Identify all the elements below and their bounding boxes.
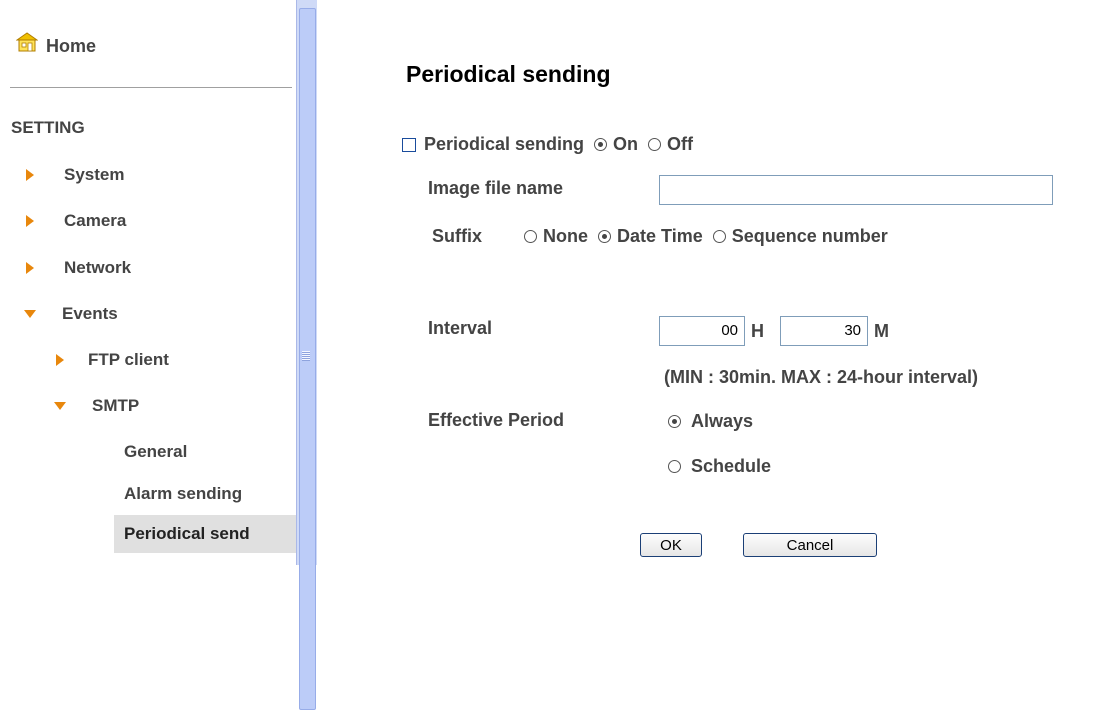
triangle-right-icon [26, 211, 50, 231]
periodical-sending-label: Periodical sending [424, 134, 585, 154]
suffix-sequence-label: Sequence number [731, 226, 888, 246]
off-label: Off [667, 134, 694, 154]
image-file-name-label: Image file name [428, 178, 564, 198]
sidebar-item-events[interactable]: Events [24, 301, 118, 327]
sidebar-item-label: Alarm sending [124, 484, 243, 503]
sidebar-item-system[interactable]: System [26, 162, 124, 188]
triangle-right-icon [56, 350, 80, 370]
effective-period-row: Effective Period [428, 410, 564, 431]
ok-button[interactable]: OK [640, 533, 702, 557]
sidebar-item-label: Network [64, 258, 132, 277]
always-radio[interactable] [668, 415, 681, 428]
sidebar-item-alarm-sending[interactable]: Alarm sending [124, 481, 242, 507]
always-label: Always [691, 411, 754, 431]
sidebar-item-label: Periodical send [124, 524, 250, 543]
suffix-row: Suffix None Date Time Sequence number [432, 226, 888, 247]
triangle-down-icon [24, 304, 48, 324]
sidebar-item-general[interactable]: General [124, 439, 187, 465]
triangle-right-icon [26, 165, 50, 185]
suffix-datetime-radio[interactable] [598, 230, 612, 243]
interval-row: Interval [428, 318, 492, 339]
interval-hours-input[interactable]: 00 [659, 316, 745, 346]
suffix-none-label: None [543, 226, 589, 246]
sidebar-item-label: Camera [64, 211, 127, 230]
suffix-datetime-label: Date Time [617, 226, 703, 246]
suffix-none-radio[interactable] [524, 230, 538, 243]
on-label: On [613, 134, 639, 154]
periodical-on-radio[interactable] [594, 138, 608, 151]
periodical-sending-row: Periodical sending On Off [402, 134, 693, 155]
sidebar-item-network[interactable]: Network [26, 255, 131, 281]
sidebar-item-camera[interactable]: Camera [26, 208, 126, 234]
sidebar-divider [10, 87, 292, 88]
sidebar: Home SETTING System Camera Network Event… [0, 0, 296, 565]
interval-note: (MIN : 30min. MAX : 24-hour interval) [664, 367, 978, 388]
main-content: Periodical sending Periodical sending On… [316, 0, 1118, 565]
suffix-sequence-radio[interactable] [712, 230, 726, 243]
cancel-button[interactable]: Cancel [743, 533, 877, 557]
sidebar-item-label: System [64, 165, 125, 184]
sidebar-item-periodical-sending[interactable]: Periodical send [114, 515, 296, 553]
suffix-label: Suffix [432, 226, 483, 246]
sidebar-item-label: Events [62, 304, 118, 323]
sidebar-item-label: SMTP [92, 396, 140, 415]
interval-minutes-input[interactable]: 30 [780, 316, 868, 346]
schedule-option: Schedule [664, 456, 771, 477]
interval-note-text: (MIN : 30min. MAX : 24-hour interval) [664, 367, 979, 387]
page-title: Periodical sending [406, 61, 611, 87]
home-link[interactable]: Home [16, 32, 96, 60]
sidebar-scrollbar[interactable] [296, 0, 317, 710]
home-icon [16, 32, 38, 52]
bullet-square-icon [402, 137, 416, 152]
interval-label: Interval [428, 318, 493, 338]
always-option: Always [664, 411, 753, 432]
hours-unit: H [751, 321, 764, 341]
sidebar-item-label: General [124, 442, 188, 461]
sidebar-item-label: FTP client [88, 350, 169, 369]
home-label: Home [46, 35, 97, 56]
triangle-down-icon [54, 396, 78, 416]
scrollbar-grip-icon [302, 351, 310, 361]
triangle-right-icon [26, 258, 50, 278]
schedule-radio[interactable] [668, 460, 681, 473]
section-title: SETTING [11, 118, 85, 137]
minutes-unit: M [874, 321, 889, 341]
effective-period-label: Effective Period [428, 410, 565, 430]
image-file-name-input[interactable] [659, 175, 1053, 205]
periodical-off-radio[interactable] [648, 138, 662, 151]
sidebar-item-smtp[interactable]: SMTP [54, 393, 139, 419]
schedule-label: Schedule [691, 456, 772, 476]
image-file-name-row: Image file name [428, 178, 563, 199]
sidebar-item-ftp-client[interactable]: FTP client [56, 347, 169, 373]
